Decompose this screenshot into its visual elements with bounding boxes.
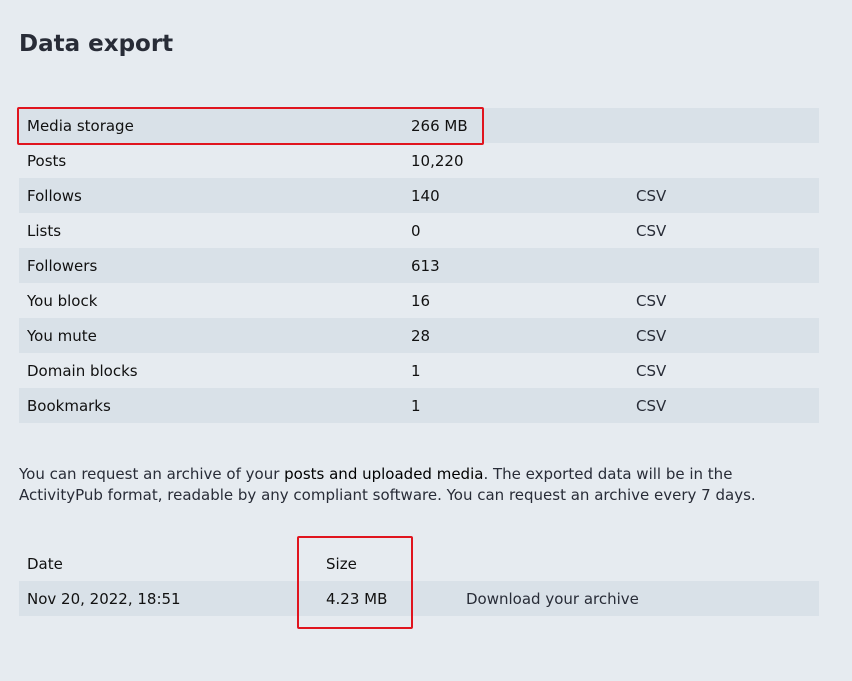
stats-row-followers: Followers 613: [19, 248, 819, 283]
stats-value: 266 MB: [411, 117, 468, 135]
stats-row-media-storage: Media storage 266 MB: [19, 108, 819, 143]
archive-description: You can request an archive of your posts…: [19, 464, 819, 506]
archive-row: Nov 20, 2022, 18:51 4.23 MB Download you…: [19, 581, 819, 616]
stats-label: You block: [27, 292, 98, 310]
stats-value: 613: [411, 257, 440, 275]
follows-csv-link[interactable]: CSV: [636, 187, 666, 205]
stats-row-you-block: You block 16 CSV: [19, 283, 819, 318]
page-title: Data export: [19, 31, 174, 57]
domain-blocks-csv-link[interactable]: CSV: [636, 362, 666, 380]
stats-value: 16: [411, 292, 431, 310]
mutes-csv-link[interactable]: CSV: [636, 327, 666, 345]
stats-label: Domain blocks: [27, 362, 138, 380]
stats-value: 1: [411, 362, 421, 380]
stats-row-posts: Posts 10,220: [19, 143, 819, 178]
stats-row-domain-blocks: Domain blocks 1 CSV: [19, 353, 819, 388]
lists-csv-link[interactable]: CSV: [636, 222, 666, 240]
stats-row-follows: Follows 140 CSV: [19, 178, 819, 213]
archive-table: Date Size Nov 20, 2022, 18:51 4.23 MB Do…: [19, 546, 819, 616]
stats-table: Media storage 266 MB Posts 10,220 Follow…: [19, 108, 819, 423]
stats-label: Media storage: [27, 117, 134, 135]
stats-label: Follows: [27, 187, 82, 205]
posts-and-media-link[interactable]: posts and uploaded media: [284, 465, 483, 483]
blocks-csv-link[interactable]: CSV: [636, 292, 666, 310]
stats-label: You mute: [27, 327, 97, 345]
stats-label: Posts: [27, 152, 67, 170]
description-text: You can request an archive of your: [19, 465, 285, 483]
bookmarks-csv-link[interactable]: CSV: [636, 397, 666, 415]
stats-value: 10,220: [411, 152, 464, 170]
archive-date: Nov 20, 2022, 18:51: [27, 590, 181, 608]
archive-table-header: Date Size: [19, 546, 819, 581]
download-archive-link[interactable]: Download your archive: [466, 590, 639, 608]
stats-label: Lists: [27, 222, 62, 240]
stats-row-bookmarks: Bookmarks 1 CSV: [19, 388, 819, 423]
stats-value: 140: [411, 187, 440, 205]
stats-value: 28: [411, 327, 431, 345]
column-header-date: Date: [27, 555, 63, 573]
archive-size: 4.23 MB: [326, 590, 388, 608]
stats-row-you-mute: You mute 28 CSV: [19, 318, 819, 353]
column-header-size: Size: [326, 555, 357, 573]
stats-value: 1: [411, 397, 421, 415]
stats-label: Bookmarks: [27, 397, 111, 415]
stats-value: 0: [411, 222, 421, 240]
stats-row-lists: Lists 0 CSV: [19, 213, 819, 248]
stats-label: Followers: [27, 257, 98, 275]
